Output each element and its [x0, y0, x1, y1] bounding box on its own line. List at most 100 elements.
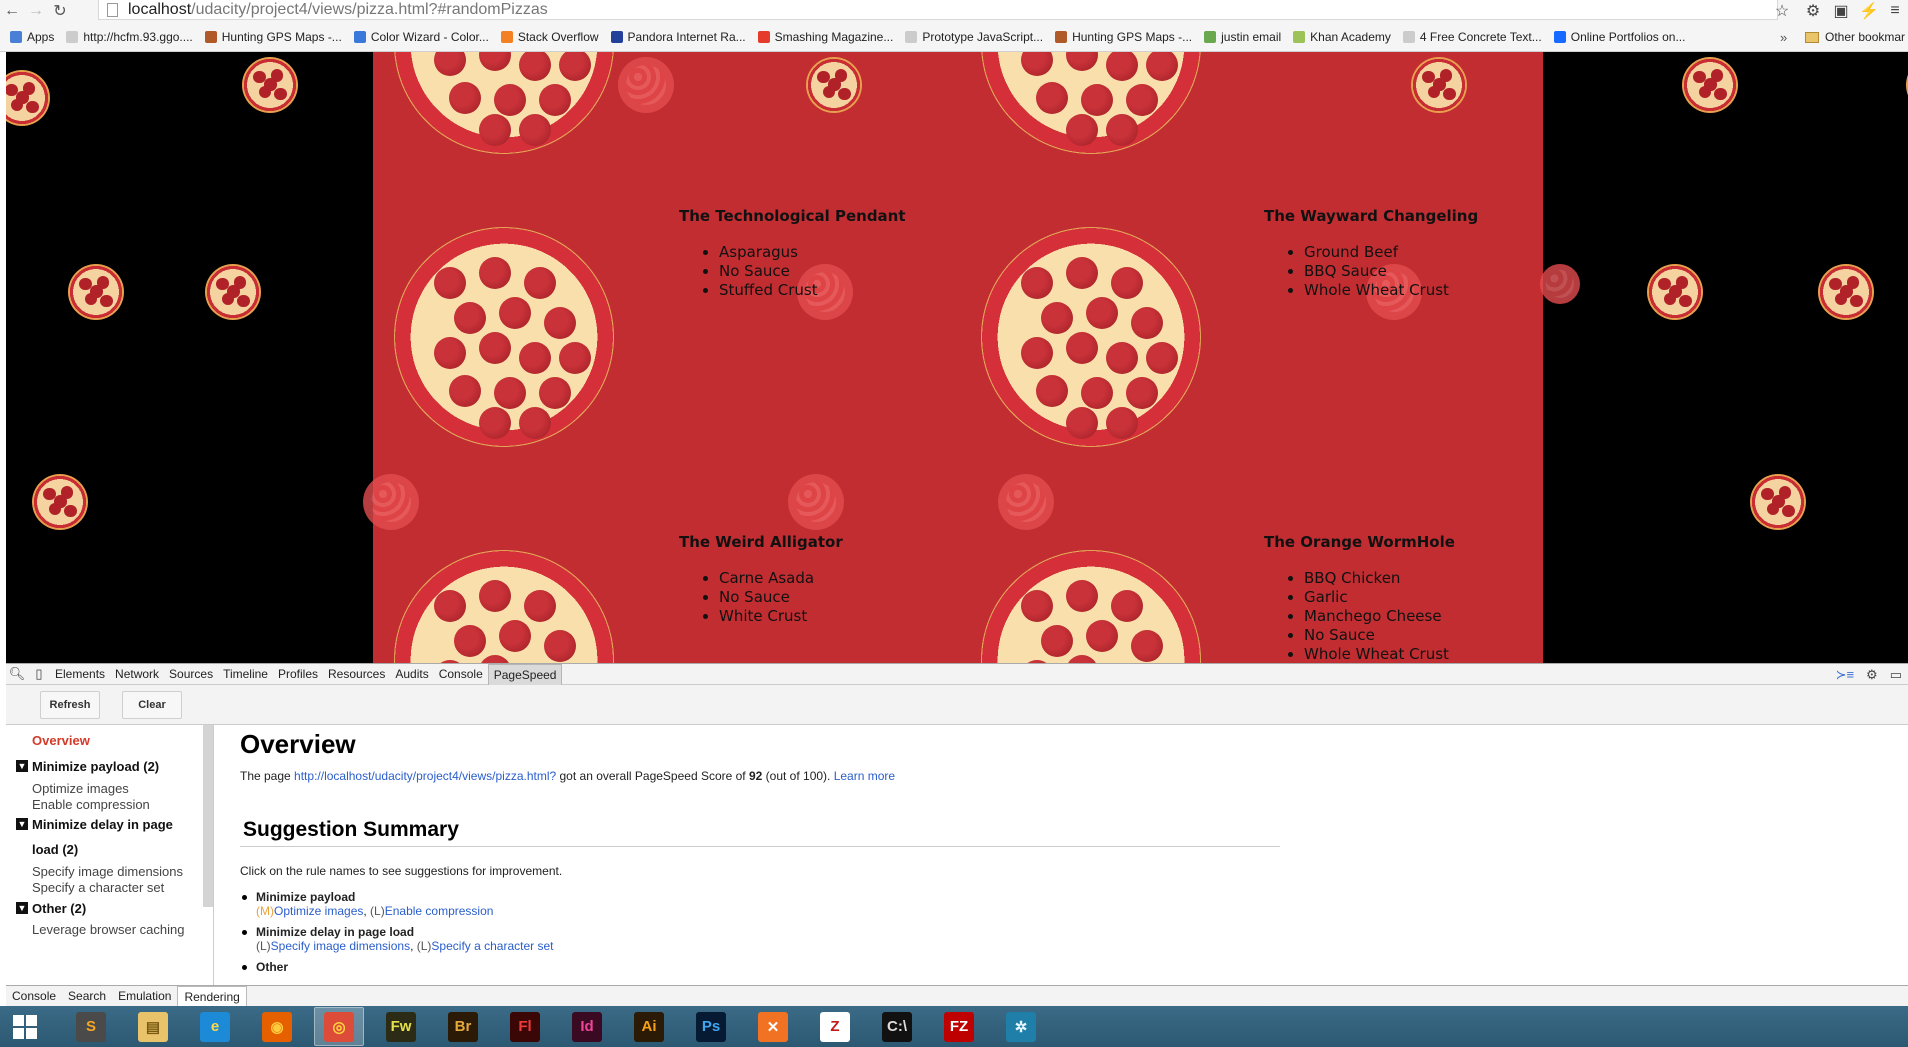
ingredient-item: Whole Wheat Crust [1304, 645, 1455, 663]
drawer-toggle-icon[interactable]: ≻≡ [1836, 667, 1854, 683]
ingredient-item: Garlic [1304, 588, 1455, 607]
bridge-app[interactable]: Br [438, 1007, 488, 1046]
bookmark-item[interactable]: 4 Free Concrete Text... [1402, 30, 1542, 44]
tab-console[interactable]: Console [434, 664, 488, 685]
extension-window-icon[interactable]: ▣ [1828, 0, 1854, 22]
ingredient-list: Carne AsadaNo SauceWhite Crust [679, 569, 843, 626]
inspect-icon[interactable]: 🔍︎ [6, 664, 28, 685]
flash-app[interactable]: Fl [500, 1007, 550, 1046]
firefox-app[interactable]: ◉ [252, 1007, 302, 1046]
tab-network[interactable]: Network [110, 664, 164, 685]
sidebar-item-leverage-caching[interactable]: Leverage browser caching [32, 922, 184, 937]
bookmark-item[interactable]: Prototype JavaScript... [905, 30, 1043, 44]
sidebar-item-specify-image-dimensions[interactable]: Specify image dimensions [32, 864, 183, 879]
collapse-triangle-icon[interactable]: ▼ [16, 818, 28, 830]
filezilla-server-app[interactable]: Z [810, 1007, 860, 1046]
chrome-app[interactable]: ◎ [314, 1007, 364, 1046]
tab-resources[interactable]: Resources [323, 664, 390, 685]
tab-audits[interactable]: Audits [390, 664, 433, 685]
drawer-tab-emulation[interactable]: Emulation [112, 986, 177, 1006]
bookmark-item[interactable]: Stack Overflow [500, 30, 599, 44]
sidebar-group-minimize-delay[interactable]: ▼ Minimize delay in page load (2) [16, 817, 173, 862]
photoshop-app[interactable]: Ps [686, 1007, 736, 1046]
command-prompt-app[interactable]: C:\ [872, 1007, 922, 1046]
indesign-app[interactable]: Id [562, 1007, 612, 1046]
ingredient-item: No Sauce [1304, 626, 1455, 645]
settings-gear-icon[interactable]: ⚙ [1866, 667, 1878, 683]
device-mode-icon[interactable]: ▯ [28, 664, 50, 685]
drawer-tab-search[interactable]: Search [62, 986, 112, 1006]
other-bookmarks[interactable]: Other bookmar [1805, 22, 1905, 52]
learn-more-link[interactable]: Learn more [834, 769, 895, 783]
bookmark-item[interactable]: Pandora Internet Ra... [610, 30, 746, 44]
suggestion-link[interactable]: Specify a character set [431, 939, 553, 953]
sliding-pizza-image [1540, 264, 1580, 304]
bookmark-label: Hunting GPS Maps -... [221, 29, 342, 44]
forward-icon[interactable]: → [24, 0, 48, 22]
rule-title[interactable]: Other [256, 960, 288, 974]
ingredient-item: Stuffed Crust [719, 281, 906, 300]
star-icon[interactable]: ☆ [1769, 0, 1795, 22]
ingredient-item: Asparagus [719, 243, 906, 262]
bookmark-item[interactable]: Online Portfolios on... [1553, 30, 1685, 44]
collapse-triangle-icon[interactable]: ▼ [16, 902, 28, 914]
sidebar-scrollbar[interactable] [203, 725, 213, 907]
sidebar-group-other[interactable]: ▼ Other (2) [16, 901, 86, 916]
suggestion-link[interactable]: Specify image dimensions [271, 939, 410, 953]
suggestion-link[interactable]: Optimize images [274, 904, 363, 918]
drawer-tab-console[interactable]: Console [6, 986, 62, 1006]
extension-gear-icon[interactable]: ⚙ [1800, 0, 1826, 22]
refresh-button[interactable]: Refresh [40, 691, 100, 719]
menu-icon[interactable]: ≡ [1882, 0, 1908, 22]
xampp-app[interactable]: ✕ [748, 1007, 798, 1046]
bookmark-item[interactable]: Apps [10, 30, 54, 44]
tab-timeline[interactable]: Timeline [218, 664, 273, 685]
network-app[interactable]: ✲ [996, 1007, 1046, 1046]
bookmark-item[interactable]: Smashing Magazine... [757, 30, 893, 44]
rule-title[interactable]: Minimize delay in page load [256, 925, 553, 939]
sidebar-item-specify-charset[interactable]: Specify a character set [32, 880, 164, 895]
ingredient-item: Carne Asada [719, 569, 843, 588]
clear-button[interactable]: Clear [122, 691, 182, 719]
internet-explorer-app[interactable]: e [190, 1007, 240, 1046]
pizza-name: The Orange WormHole [1264, 533, 1455, 551]
fireworks-app[interactable]: Fw [376, 1007, 426, 1046]
bookmark-item[interactable]: Hunting GPS Maps -... [1055, 30, 1192, 44]
file-explorer-app[interactable]: ▤ [128, 1007, 178, 1046]
sliding-pizza-image [998, 474, 1054, 530]
collapse-triangle-icon[interactable]: ▼ [16, 760, 28, 772]
extension-bolt-icon[interactable]: ⚡ [1856, 0, 1882, 22]
bookmark-item[interactable]: Khan Academy [1293, 30, 1391, 44]
firefox-app-icon: ◉ [262, 1011, 292, 1042]
tab-elements[interactable]: Elements [50, 664, 110, 685]
bookmarks-overflow-icon[interactable]: » [1780, 22, 1787, 52]
tab-profiles[interactable]: Profiles [273, 664, 323, 685]
other-bookmarks-label: Other bookmar [1825, 30, 1906, 44]
sidebar-group-minimize-payload[interactable]: ▼ Minimize payload (2) [16, 759, 159, 774]
illustrator-app[interactable]: Ai [624, 1007, 674, 1046]
tab-sources[interactable]: Sources [164, 664, 218, 685]
drawer-tab-rendering[interactable]: Rendering [177, 986, 247, 1006]
tab-pagespeed[interactable]: PageSpeed [487, 663, 563, 685]
sidebar-item-optimize-images[interactable]: Optimize images [32, 781, 129, 796]
bookmark-item[interactable]: justin email [1204, 30, 1281, 44]
sidebar-item-overview[interactable]: Overview [32, 733, 90, 748]
page-viewport[interactable]: The Technological PendantAsparagusNo Sau… [6, 52, 1908, 663]
dock-icon[interactable]: ▭ [1890, 667, 1902, 683]
start-button[interactable] [0, 1006, 50, 1047]
bookmark-item[interactable]: Hunting GPS Maps -... [204, 29, 342, 44]
sublime-text-app[interactable]: S [66, 1007, 116, 1046]
suggestion-link[interactable]: Enable compression [385, 904, 494, 918]
bookmark-item[interactable]: Color Wizard - Color... [353, 30, 489, 44]
bookmark-item[interactable]: http://hcfm.93.ggo.... [66, 30, 193, 44]
overview-heading: Overview [240, 729, 356, 759]
filezilla-app[interactable]: FZ [934, 1007, 984, 1046]
bookmark-favicon-icon [66, 30, 79, 43]
reload-icon[interactable]: ↻ [48, 0, 72, 22]
back-icon[interactable]: ← [0, 0, 24, 22]
sidebar-item-enable-compression[interactable]: Enable compression [32, 797, 150, 812]
score-url-link[interactable]: http://localhost/udacity/project4/views/… [294, 769, 556, 783]
rule-title[interactable]: Minimize payload [256, 890, 493, 904]
taskbar-apps: S ▤ e ◉ ◎ Fw Br Fl Id Ai Ps ✕ Z C:\ FZ ✲ [66, 1007, 1058, 1046]
address-bar[interactable]: localhost/udacity/project4/views/pizza.h… [98, 0, 1778, 20]
